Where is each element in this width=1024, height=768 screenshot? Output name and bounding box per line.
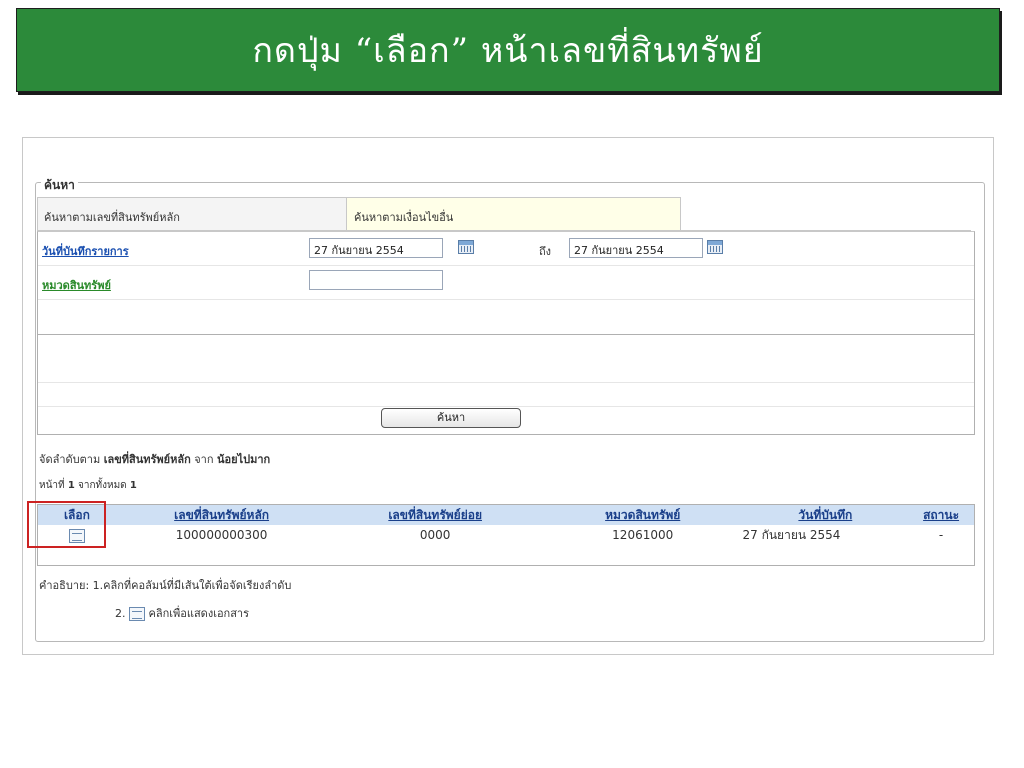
banner-title: กดปุ่ม “เลือก” หน้าเลขที่สินทรัพย์ xyxy=(252,31,764,71)
category-input[interactable] xyxy=(309,270,443,290)
sort-prefix: จัดลำดับตาม xyxy=(39,453,101,466)
calendar-icon[interactable] xyxy=(458,240,474,254)
date-to-input[interactable]: 27 กันยายน 2554 xyxy=(569,238,703,258)
column-header-select: เลือก xyxy=(63,508,90,522)
column-header-sub-no[interactable]: เลขที่สินทรัพย์ย่อย xyxy=(327,505,543,525)
results-table: เลือก เลขที่สินทรัพย์หลัก เลขที่สินทรัพย… xyxy=(37,504,975,566)
cell-category: 12061000 xyxy=(612,528,674,542)
page-number: 1 xyxy=(67,480,75,491)
calendar-icon[interactable] xyxy=(707,240,723,254)
page-prefix: หน้าที่ xyxy=(39,480,65,491)
column-header-category[interactable]: หมวดสินทรัพย์ xyxy=(543,505,743,525)
search-button-area: ค้นหา xyxy=(37,335,975,435)
note-2-number: 2. xyxy=(115,607,126,620)
date-row: วันที่บันทึกรายการ 27 กันยายน 2554 ถึง 2… xyxy=(38,232,974,266)
legend-note-2: 2. คลิกเพื่อแสดงเอกสาร xyxy=(115,604,249,622)
column-header-status[interactable]: สถานะ xyxy=(908,505,974,525)
date-from-input[interactable]: 27 กันยายน 2554 xyxy=(309,238,443,258)
cell-date: 27 กันยายน 2554 xyxy=(742,528,841,542)
tab-spacer xyxy=(681,197,971,231)
legend-note-1: คำอธิบาย: 1.คลิกที่คอลัมน์ที่มีเส้นใต้เพ… xyxy=(39,576,291,594)
table-row: 100000000300 0000 12061000 27 กันยายน 25… xyxy=(38,525,974,545)
note-prefix: คำอธิบาย: xyxy=(39,579,90,592)
page-info: หน้าที่ 1 จากทั้งหมด 1 xyxy=(39,478,137,493)
column-header-main-no[interactable]: เลขที่สินทรัพย์หลัก xyxy=(116,505,328,525)
cell-status: - xyxy=(938,528,944,542)
select-document-icon[interactable] xyxy=(68,528,85,543)
spacer-row xyxy=(38,358,974,383)
page-mid: จากทั้งหมด xyxy=(77,480,127,491)
column-header-date[interactable]: วันที่บันทึก xyxy=(743,505,909,525)
sort-info: จัดลำดับตาม เลขที่สินทรัพย์หลัก จาก น้อย… xyxy=(39,450,270,468)
title-banner: กดปุ่ม “เลือก” หน้าเลขที่สินทรัพย์ xyxy=(16,8,1000,92)
search-form: วันที่บันทึกรายการ 27 กันยายน 2554 ถึง 2… xyxy=(37,231,975,335)
sort-mid: จาก xyxy=(194,453,214,466)
spacer-row xyxy=(38,383,974,407)
sort-field: เลขที่สินทรัพย์หลัก xyxy=(103,453,191,466)
search-legend: ค้นหา xyxy=(41,176,78,195)
note-2: คลิกเพื่อแสดงเอกสาร xyxy=(148,607,250,620)
select-cell xyxy=(38,525,116,545)
category-row: หมวดสินทรัพย์ xyxy=(38,266,974,300)
sort-order: น้อยไปมาก xyxy=(217,453,271,466)
search-panel: ค้นหา ค้นหาตามเลขที่สินทรัพย์หลัก ค้นหาต… xyxy=(22,137,994,655)
tab-search-other[interactable]: ค้นหาตามเงื่อนไขอื่น xyxy=(347,197,681,231)
search-tabs: ค้นหาตามเลขที่สินทรัพย์หลัก ค้นหาตามเงื่… xyxy=(37,197,971,231)
table-header: เลือก เลขที่สินทรัพย์หลัก เลขที่สินทรัพย… xyxy=(38,505,974,525)
search-button[interactable]: ค้นหา xyxy=(381,408,521,428)
cell-main-no: 100000000300 xyxy=(175,528,268,542)
page-total: 1 xyxy=(129,480,137,491)
date-to-label: ถึง xyxy=(539,245,552,258)
note-1: 1.คลิกที่คอลัมน์ที่มีเส้นใต้เพื่อจัดเรีย… xyxy=(92,579,292,592)
tab-search-main-asset[interactable]: ค้นหาตามเลขที่สินทรัพย์หลัก xyxy=(37,197,347,231)
category-label[interactable]: หมวดสินทรัพย์ xyxy=(42,276,111,294)
document-icon xyxy=(129,607,145,621)
date-label[interactable]: วันที่บันทึกรายการ xyxy=(42,242,129,260)
cell-sub-no: 0000 xyxy=(419,528,451,542)
